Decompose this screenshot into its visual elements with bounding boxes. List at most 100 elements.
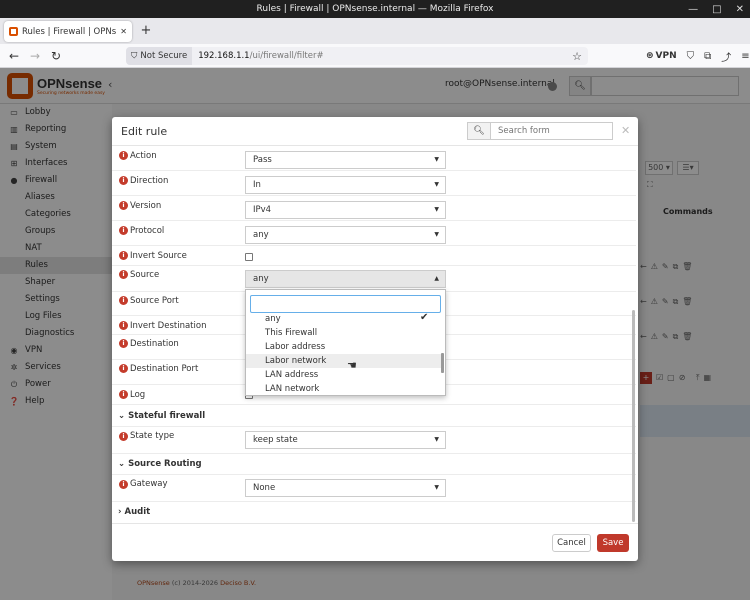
not-secure-label: Not Secure (140, 51, 188, 61)
dialog-scrollbar[interactable] (632, 310, 635, 522)
back-icon[interactable]: ← (6, 44, 22, 68)
window-title: Rules | Firewall | OPNsense.internal — M… (256, 4, 494, 14)
source-dropdown-search[interactable] (250, 295, 441, 313)
invert-destination-label: Invert Destination (130, 321, 207, 331)
tab-title: Rules | Firewall | OPNsense (22, 26, 117, 37)
invert-source-label: Invert Source (130, 251, 187, 261)
caret-down-icon: ▼ (434, 436, 439, 443)
gateway-label: Gateway (130, 479, 168, 489)
dialog-title: Edit rule (121, 125, 168, 138)
section-source-routing-label: Source Routing (128, 459, 202, 469)
tab-close-icon[interactable]: ✕ (120, 27, 127, 36)
chevron-down-icon: ⌄ (118, 411, 126, 421)
reload-icon[interactable]: ↻ (48, 44, 64, 68)
maximize-icon[interactable]: □ (712, 4, 721, 15)
direction-label: Direction (130, 176, 169, 186)
dialog-footer-divider (112, 523, 638, 524)
gateway-select[interactable]: None ▼ (245, 479, 446, 497)
info-icon[interactable]: i (119, 226, 128, 235)
section-audit-label: Audit (124, 507, 151, 517)
info-icon[interactable]: i (119, 432, 128, 441)
dialog-close-icon[interactable]: ✕ (621, 124, 630, 137)
dropdown-scrollbar[interactable] (441, 353, 444, 373)
direction-select[interactable]: In ▼ (245, 176, 446, 194)
gateway-value: None (253, 483, 276, 493)
section-source-routing[interactable]: ⌄ Source Routing (118, 459, 202, 469)
info-icon[interactable]: i (119, 364, 128, 373)
vpn-button[interactable]: ⊛ VPN (646, 51, 677, 61)
url-host: 192.168.1.1 (198, 51, 250, 61)
state-type-label: State type (130, 431, 175, 441)
version-select[interactable]: IPv4 ▼ (245, 201, 446, 219)
vpn-label: VPN (655, 51, 677, 61)
form-row-invert-source (112, 246, 636, 266)
invert-source-checkbox[interactable] (245, 253, 253, 261)
info-icon[interactable]: i (119, 390, 128, 399)
protocol-label: Protocol (130, 226, 165, 236)
source-option[interactable]: This Firewall (246, 326, 443, 340)
bookmark-star-icon[interactable]: ☆ (572, 50, 582, 63)
caret-down-icon: ▼ (434, 156, 439, 163)
caret-down-icon: ▼ (434, 181, 439, 188)
info-icon[interactable]: i (119, 201, 128, 210)
action-label: Action (130, 151, 157, 161)
extensions-icon[interactable]: ⧉ (704, 51, 711, 62)
section-audit[interactable]: › Audit (118, 507, 150, 517)
action-select[interactable]: Pass ▼ (245, 151, 446, 169)
action-value: Pass (253, 155, 272, 165)
source-select[interactable]: any ▲ (245, 270, 446, 288)
toolbar-right: ⊛ VPN ⛉ ⧉ ⤴ ≡ (646, 44, 750, 68)
state-type-select[interactable]: keep state ▼ (245, 431, 446, 449)
source-option[interactable]: LAN network (246, 382, 443, 396)
url-bar[interactable]: ⛉ Not Secure 192.168.1.1/ui/firewall/fil… (126, 47, 588, 65)
source-option[interactable]: Labor network (246, 354, 443, 368)
source-port-label: Source Port (130, 296, 179, 306)
direction-value: In (253, 180, 261, 190)
menu-icon[interactable]: ≡ (741, 51, 749, 62)
info-icon[interactable]: i (119, 151, 128, 160)
info-icon[interactable]: i (119, 176, 128, 185)
version-value: IPv4 (253, 205, 272, 215)
not-secure-indicator[interactable]: ⛉ Not Secure (126, 47, 193, 65)
forward-icon[interactable]: → (27, 44, 43, 68)
info-icon[interactable]: i (119, 480, 128, 489)
url-path: /ui/firewall/filter# (249, 51, 324, 61)
share-icon[interactable]: ⤴ (721, 49, 731, 64)
info-icon[interactable]: i (119, 296, 128, 305)
vpn-icon: ⊛ (646, 51, 654, 61)
new-tab-button[interactable]: + (137, 22, 155, 40)
caret-down-icon: ▼ (434, 231, 439, 238)
version-label: Version (130, 201, 162, 211)
shield-icon: ⛉ (131, 51, 138, 61)
destination-label: Destination (130, 339, 179, 349)
info-icon[interactable]: i (119, 339, 128, 348)
cancel-button[interactable]: Cancel (552, 534, 591, 552)
source-value: any (253, 274, 269, 284)
close-window-icon[interactable]: ✕ (736, 4, 744, 15)
source-option[interactable]: LAN address (246, 368, 443, 382)
info-icon[interactable]: i (119, 251, 128, 260)
tab-favicon-icon (9, 27, 18, 36)
checkmark-icon: ✔ (420, 312, 429, 323)
protocol-select[interactable]: any ▼ (245, 226, 446, 244)
pocket-icon[interactable]: ⛉ (687, 51, 695, 62)
chevron-right-icon: › (118, 507, 122, 517)
source-option[interactable]: Labor address (246, 340, 443, 354)
info-icon[interactable]: i (119, 321, 128, 330)
window-controls: — □ ✕ (688, 0, 744, 18)
source-option[interactable]: any (246, 312, 443, 326)
browser-tab[interactable]: Rules | Firewall | OPNsense ✕ (4, 21, 132, 42)
source-label: Source (130, 270, 160, 280)
caret-down-icon: ▼ (434, 484, 439, 491)
minimize-icon[interactable]: — (688, 4, 698, 15)
log-label: Log (130, 390, 146, 400)
url-text: 192.168.1.1/ui/firewall/filter# (192, 51, 323, 61)
info-icon[interactable]: i (119, 270, 128, 279)
section-stateful-label: Stateful firewall (128, 411, 206, 421)
mouse-pointer-icon: ☚ (347, 359, 357, 372)
form-search-icon[interactable]: 🔍︎ (467, 122, 491, 140)
chevron-down-icon: ⌄ (118, 459, 126, 469)
save-button[interactable]: Save (597, 534, 629, 552)
section-stateful-firewall[interactable]: ⌄ Stateful firewall (118, 411, 205, 421)
form-search-input[interactable] (490, 122, 613, 140)
